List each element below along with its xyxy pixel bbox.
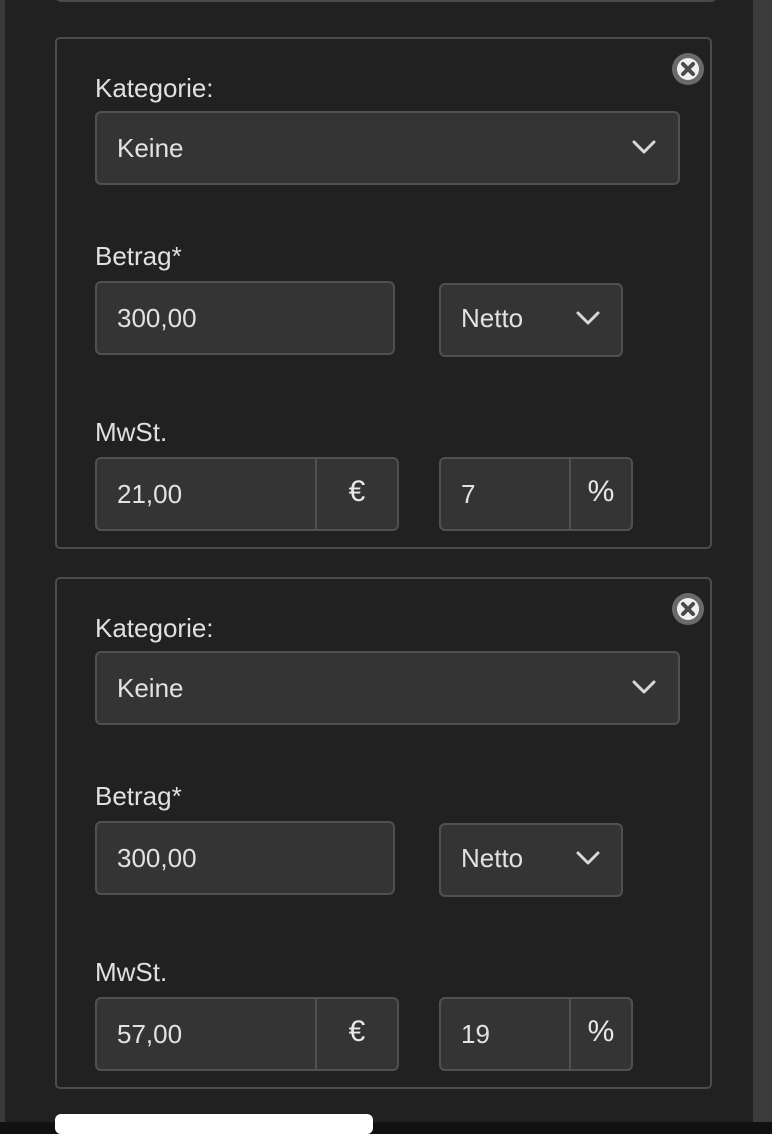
betrag-label: Betrag* [95,241,182,271]
mwst-rate-value: 7 [461,479,476,509]
percent-addon: % [569,999,631,1069]
euro-addon: € [315,999,397,1069]
remove-item-button[interactable] [672,593,704,625]
betrag-type-select[interactable]: Netto [439,283,623,357]
remove-item-button[interactable] [672,53,704,85]
kategorie-label: Kategorie: [95,73,214,103]
betrag-label: Betrag* [95,781,182,811]
betrag-type-value: Netto [461,843,524,873]
kategorie-selected-value: Keine [117,673,184,703]
betrag-input[interactable]: 300,00 [95,821,395,895]
betrag-value: 300,00 [117,843,197,873]
mwst-label: MwSt. [95,957,168,987]
mwst-amount-input[interactable]: 21,00 € [95,457,399,531]
mwst-label: MwSt. [95,417,168,447]
form-panel: Kategorie: Keine Betrag* 300,00 Netto Mw… [5,0,753,1134]
add-item-button[interactable] [55,1114,373,1134]
kategorie-selected-value: Keine [117,133,184,163]
betrag-type-select[interactable]: Netto [439,823,623,897]
chevron-down-icon [632,140,656,154]
mwst-amount-value: 57,00 [117,1019,183,1049]
close-circle-icon [673,54,703,84]
chevron-down-icon [576,851,600,865]
mwst-rate-input[interactable]: 7 % [439,457,633,531]
betrag-value: 300,00 [117,303,197,333]
percent-addon: % [569,459,631,529]
scrollbar-track[interactable] [753,0,772,1122]
mwst-rate-value: 19 [461,1019,490,1049]
kategorie-select[interactable]: Keine [95,111,680,185]
mwst-rate-input[interactable]: 19 % [439,997,633,1071]
betrag-input[interactable]: 300,00 [95,281,395,355]
kategorie-select[interactable]: Keine [95,651,680,725]
mwst-amount-value: 21,00 [117,479,183,509]
mwst-amount-input[interactable]: 57,00 € [95,997,399,1071]
chevron-down-icon [632,680,656,694]
line-item-card: Kategorie: Keine Betrag* 300,00 Netto Mw… [55,577,712,1089]
line-item-card: Kategorie: Keine Betrag* 300,00 Netto Mw… [55,37,712,549]
previous-section-edge [55,0,717,2]
close-circle-icon [673,594,703,624]
kategorie-label: Kategorie: [95,613,214,643]
euro-addon: € [315,459,397,529]
betrag-type-value: Netto [461,303,524,333]
chevron-down-icon [576,311,600,325]
